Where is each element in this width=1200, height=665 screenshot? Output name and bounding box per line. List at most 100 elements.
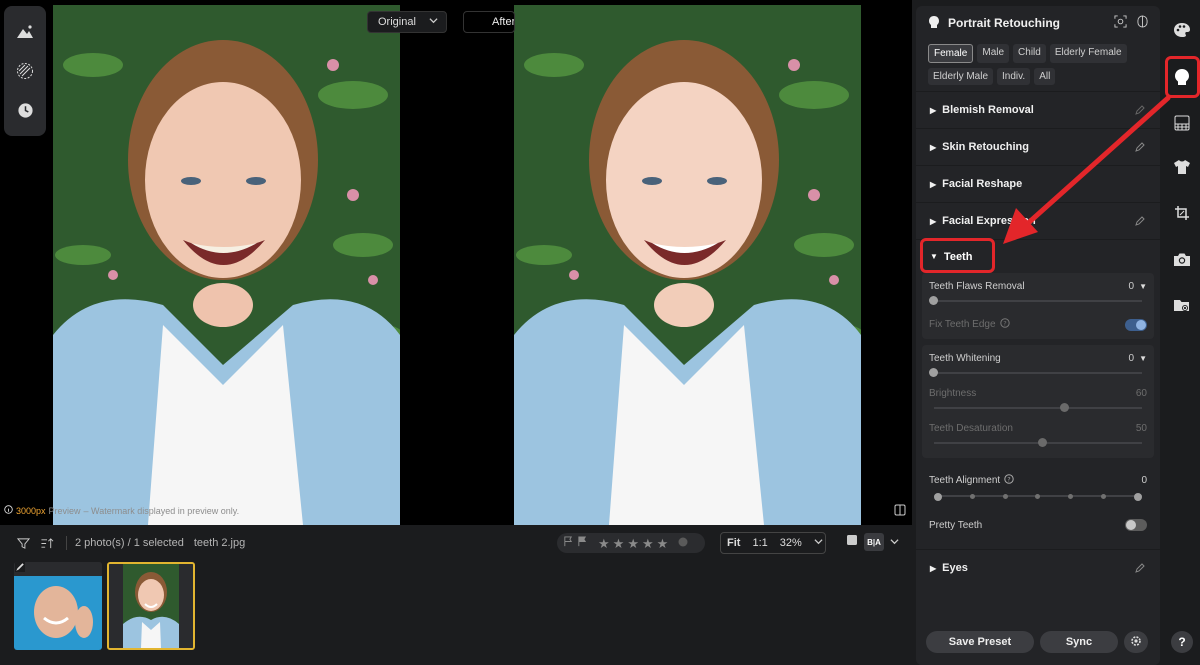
edit-icon[interactable] [1134,215,1146,227]
panel-header: Portrait Retouching [916,6,1160,40]
star-icon[interactable]: ★ [657,537,669,550]
background-icon[interactable] [1172,113,1192,133]
face-detect-icon[interactable] [1114,15,1127,31]
section-label: Eyes [942,562,968,574]
original-photo [53,5,400,525]
teeth-desaturation-value: 50 [1135,423,1147,434]
save-preset-button[interactable]: Save Preset [926,631,1034,653]
single-view-icon[interactable] [846,533,858,551]
view-mode-select[interactable]: Original [367,11,447,33]
brightness-label: Brightness [929,388,977,399]
thumbnail[interactable] [14,562,102,650]
section-blemish-removal[interactable]: ▶ Blemish Removal [916,91,1160,128]
divider [66,536,67,550]
teeth-desaturation-row: Teeth Desaturation 50 [929,423,1147,434]
help-icon[interactable]: ? [1004,474,1014,487]
color-label-icon[interactable] [678,534,688,552]
star-icon[interactable]: ★ [613,537,625,550]
history-icon[interactable] [11,96,39,124]
palette-icon[interactable] [1172,20,1192,40]
teeth-whitening-value[interactable]: 0 [1129,353,1135,364]
zoom-percent[interactable]: 32% [774,537,808,549]
chip-female[interactable]: Female [928,44,974,63]
star-icon[interactable]: ★ [598,537,610,550]
teeth-whitening-slider[interactable] [929,366,1147,380]
help-button[interactable]: ? [1171,631,1193,653]
chevron-down-icon [429,16,438,28]
texture-tool-icon[interactable] [11,57,39,85]
teeth-alignment-slider[interactable] [929,489,1147,503]
teeth-alignment-row: Teeth Alignment ? 0 [929,474,1147,487]
gear-icon [1130,635,1142,650]
before-after-button[interactable]: B|A [864,533,884,551]
crop-icon[interactable] [1172,203,1192,223]
preview-resolution: 3000px [16,505,46,516]
flag-icon[interactable] [563,534,574,552]
pretty-teeth-toggle[interactable] [1125,519,1147,531]
filter-icon[interactable] [12,532,34,554]
edit-icon[interactable] [1134,104,1146,116]
after-label-text: After [492,16,515,28]
teeth-flaws-value[interactable]: 0 [1129,281,1135,292]
preview-note: 3000px Preview – Watermark displayed in … [4,505,239,516]
folder-preview-icon[interactable] [1172,295,1192,315]
section-facial-reshape[interactable]: ▶ Facial Reshape [916,165,1160,202]
svg-text:?: ? [1003,319,1006,327]
svg-text:?: ? [1007,475,1010,483]
edit-icon[interactable] [1134,562,1146,574]
teeth-alignment-value[interactable]: 0 [1141,475,1147,486]
thumbnail-selected[interactable] [107,562,195,650]
caret-down-icon[interactable]: ▼ [1139,354,1147,363]
section-label: Skin Retouching [942,141,1029,153]
fix-teeth-edge-toggle[interactable] [1125,318,1147,331]
caret-down-icon[interactable]: ▼ [1139,282,1147,291]
star-icon[interactable]: ★ [627,537,639,550]
reject-flag-icon[interactable] [577,534,588,552]
section-label: Facial Expression [942,215,1036,227]
caret-right-icon: ▶ [930,179,937,189]
zoom-fit-button[interactable]: Fit [721,537,746,549]
star-icon[interactable]: ★ [642,537,654,550]
zoom-control: Fit 1:1 32% [720,532,826,554]
fix-teeth-edge-label: Fix Teeth Edge [929,319,996,330]
brightness-slider[interactable] [929,401,1147,415]
chevron-down-icon[interactable] [890,533,899,551]
chip-all[interactable]: All [1034,68,1056,85]
section-label: Facial Reshape [942,178,1023,190]
split-view-icon[interactable] [894,503,908,517]
fix-teeth-edge-row: Fix Teeth Edge ? [929,318,1147,331]
teeth-whitening-label: Teeth Whitening [929,353,1001,364]
chevron-down-icon[interactable] [808,537,829,549]
module-rail: ? [1164,0,1200,665]
edit-icon[interactable] [1134,141,1146,153]
camera-icon[interactable] [1172,249,1192,269]
sync-button[interactable]: Sync [1040,631,1118,653]
chip-elderly-male[interactable]: Elderly Male [928,68,994,85]
left-toolbar [4,6,46,136]
chip-individual[interactable]: Indiv. [997,68,1031,85]
teeth-whitening-group: Teeth Whitening 0 ▼ Brightness 60 Teeth D… [922,345,1154,458]
section-facial-expression[interactable]: ▶ Facial Expression [916,202,1160,239]
compare-face-icon[interactable] [1137,15,1148,31]
after-photo [514,5,861,525]
chip-male[interactable]: Male [977,44,1010,63]
view-mode-label: Original [378,16,416,28]
preview-note-text: – Watermark displayed in preview only. [83,505,240,516]
section-skin-retouching[interactable]: ▶ Skin Retouching [916,128,1160,165]
sort-icon[interactable] [36,532,58,554]
teeth-desaturation-slider[interactable] [929,436,1147,450]
chip-elderly-female[interactable]: Elderly Female [1049,44,1127,63]
clothing-icon[interactable] [1172,157,1192,177]
chip-child[interactable]: Child [1013,44,1046,63]
sync-settings-button[interactable] [1124,631,1148,653]
help-icon[interactable]: ? [999,318,1010,331]
zoom-one-to-one-button[interactable]: 1:1 [746,537,773,549]
landscape-tool-icon[interactable] [11,18,39,46]
section-eyes[interactable]: ▶ Eyes [916,549,1160,586]
teeth-flaws-slider[interactable] [929,294,1147,308]
image-canvas[interactable]: Original After 3000px Preview – Watermar… [0,0,912,525]
caret-right-icon: ▶ [930,105,937,115]
selected-filename: teeth 2.jpg [193,537,246,549]
preview-word: Preview [48,505,81,516]
pretty-teeth-row: Pretty Teeth [929,519,1147,531]
